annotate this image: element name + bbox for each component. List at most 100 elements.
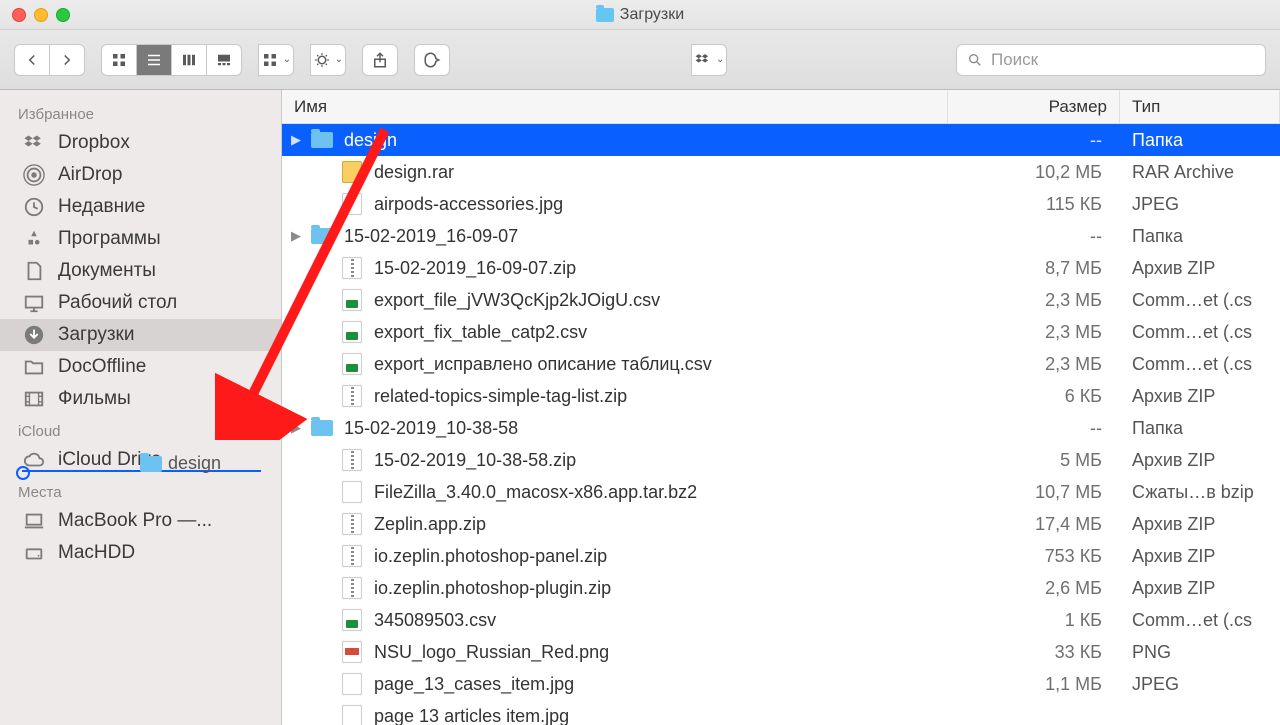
file-row[interactable]: io.zeplin.photoshop-panel.zip753 КБАрхив… [282, 540, 1280, 572]
file-row[interactable]: export_fix_table_catp2.csv2,3 МБComm…et … [282, 316, 1280, 348]
file-type: Архив ZIP [1120, 546, 1280, 567]
file-row[interactable]: page_13_cases_item.jpg1,1 МБJPEG [282, 668, 1280, 700]
recent-icon [22, 196, 46, 218]
file-size: 2,3 МБ [948, 322, 1120, 343]
csv-icon [340, 289, 364, 311]
drag-ghost: design [140, 453, 221, 474]
zip-icon [340, 257, 364, 279]
movies-icon [22, 388, 46, 410]
file-row[interactable]: ▶ 15-02-2019_10-38-58--Папка [282, 412, 1280, 444]
zip-icon [340, 545, 364, 567]
file-row[interactable]: export_file_jVW3QcKjp2kJOigU.csv2,3 МБCo… [282, 284, 1280, 316]
view-columns-button[interactable] [171, 44, 207, 76]
sidebar-section-header: Избранное [0, 98, 281, 127]
sidebar-item-laptop[interactable]: MacBook Pro —... [0, 505, 281, 537]
file-row[interactable]: related-topics-simple-tag-list.zip6 КБАр… [282, 380, 1280, 412]
sidebar-item-disk[interactable]: MacHDD [0, 537, 281, 569]
documents-icon [22, 260, 46, 282]
sidebar-item-folder[interactable]: DocOffline [0, 351, 281, 383]
file-row[interactable]: FileZilla_3.40.0_macosx-x86.app.tar.bz21… [282, 476, 1280, 508]
sidebar-item-downloads[interactable]: Загрузки [0, 319, 281, 351]
folder-icon [140, 456, 162, 472]
sidebar-item-label: Программы [58, 228, 161, 250]
file-row[interactable]: io.zeplin.photoshop-plugin.zip2,6 МБАрхи… [282, 572, 1280, 604]
minimize-window-button[interactable] [34, 8, 48, 22]
sidebar-item-movies[interactable]: Фильмы [0, 383, 281, 415]
view-list-button[interactable] [136, 44, 172, 76]
sidebar-item-label: Фильмы [58, 388, 131, 410]
file-type: JPEG [1120, 194, 1280, 215]
file-row[interactable]: design.rar10,2 МБRAR Archive [282, 156, 1280, 188]
csv-icon [340, 353, 364, 375]
disk-icon [22, 542, 46, 564]
sidebar-item-documents[interactable]: Документы [0, 255, 281, 287]
search-icon [967, 52, 983, 68]
file-name: 15-02-2019_10-38-58.zip [374, 450, 948, 471]
file-name: export_fix_table_catp2.csv [374, 322, 948, 343]
file-type: Папка [1120, 130, 1280, 151]
window-title: Загрузки [0, 6, 1280, 24]
folder-icon [596, 8, 614, 22]
file-type: Comm…et (.cs [1120, 354, 1280, 375]
column-size[interactable]: Размер [948, 90, 1120, 123]
file-type: Comm…et (.cs [1120, 290, 1280, 311]
sidebar-section-header: iCloud [0, 415, 281, 444]
file-row[interactable]: airpods-accessories.jpg115 КБJPEG [282, 188, 1280, 220]
file-size: 6 КБ [948, 386, 1120, 407]
close-window-button[interactable] [12, 8, 26, 22]
file-type: Comm…et (.cs [1120, 322, 1280, 343]
file-row[interactable]: ▶design--Папка [282, 124, 1280, 156]
zip-icon [340, 577, 364, 599]
maximize-window-button[interactable] [56, 8, 70, 22]
dropbox-toolbar-button[interactable]: ⌄ [691, 44, 727, 76]
file-row[interactable]: ▶15-02-2019_16-09-07--Папка [282, 220, 1280, 252]
drag-ghost-label: design [168, 453, 221, 474]
file-name: 15-02-2019_16-09-07 [344, 226, 948, 247]
arrange-button[interactable]: ⌄ [258, 44, 294, 76]
file-row[interactable]: page 13 articles item.jpg [282, 700, 1280, 725]
sidebar-item-dropbox[interactable]: Dropbox [0, 127, 281, 159]
column-name[interactable]: Имя [282, 90, 948, 123]
desktop-icon [22, 292, 46, 314]
chevron-down-icon: ⌄ [283, 54, 291, 65]
tags-button[interactable] [414, 44, 450, 76]
column-type[interactable]: Тип [1120, 90, 1280, 123]
forward-button[interactable] [49, 44, 85, 76]
share-button[interactable] [362, 44, 398, 76]
view-icons-button[interactable] [101, 44, 137, 76]
file-row[interactable]: 15-02-2019_10-38-58.zip5 МБАрхив ZIP [282, 444, 1280, 476]
file-type: Папка [1120, 418, 1280, 439]
sidebar-item-label: Dropbox [58, 132, 130, 154]
disclosure-triangle[interactable]: ▶ [282, 228, 310, 244]
file-row[interactable]: 345089503.csv1 КБComm…et (.cs [282, 604, 1280, 636]
sidebar-item-recent[interactable]: Недавние [0, 191, 281, 223]
zip-icon [340, 385, 364, 407]
apps-icon [22, 228, 46, 250]
sidebar-item-apps[interactable]: Программы [0, 223, 281, 255]
action-button[interactable]: ⌄ [310, 44, 346, 76]
toolbar: ⌄ ⌄ ⌄ Поиск [0, 30, 1280, 90]
file-name: io.zeplin.photoshop-plugin.zip [374, 578, 948, 599]
back-button[interactable] [14, 44, 50, 76]
chevron-down-icon: ⌄ [716, 54, 724, 65]
file-size: 10,7 МБ [948, 482, 1120, 503]
file-row[interactable]: Zeplin.app.zip17,4 МБАрхив ZIP [282, 508, 1280, 540]
file-row[interactable]: export_исправлено описание таблиц.csv2,3… [282, 348, 1280, 380]
file-name: 15-02-2019_10-38-58 [344, 418, 948, 439]
file-row[interactable]: 15-02-2019_16-09-07.zip8,7 МБАрхив ZIP [282, 252, 1280, 284]
dropbox-icon [22, 132, 46, 154]
file-name: page_13_cases_item.jpg [374, 674, 948, 695]
disclosure-triangle[interactable]: ▶ [282, 420, 310, 436]
file-size: -- [948, 418, 1120, 439]
view-gallery-button[interactable] [206, 44, 242, 76]
file-size: 10,2 МБ [948, 162, 1120, 183]
search-input[interactable]: Поиск [956, 44, 1266, 76]
sidebar-item-desktop[interactable]: Рабочий стол [0, 287, 281, 319]
file-name: io.zeplin.photoshop-panel.zip [374, 546, 948, 567]
file-name: 345089503.csv [374, 610, 948, 631]
file-row[interactable]: NSU_logo_Russian_Red.png33 КБPNG [282, 636, 1280, 668]
file-type: Архив ZIP [1120, 258, 1280, 279]
disclosure-triangle[interactable]: ▶ [282, 132, 310, 148]
sidebar-item-airdrop[interactable]: AirDrop [0, 159, 281, 191]
folder-icon [310, 420, 334, 436]
